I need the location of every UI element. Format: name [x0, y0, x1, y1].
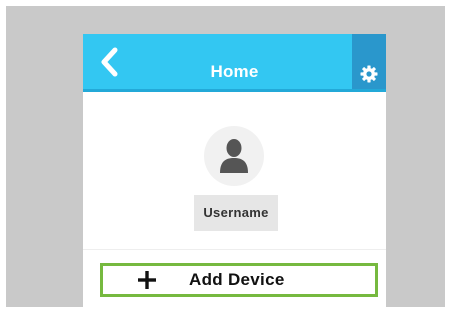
add-device-button[interactable]: Add Device [100, 263, 378, 297]
settings-button[interactable] [352, 34, 386, 89]
page-title: Home [210, 62, 259, 81]
gear-icon [360, 65, 378, 83]
phone-screen: Home Username Add Device [83, 34, 386, 307]
user-icon [220, 139, 248, 173]
section-divider [83, 249, 386, 250]
app-header: Home [83, 34, 386, 92]
plus-icon [138, 271, 156, 289]
username-label: Username [194, 195, 278, 231]
add-device-label: Add Device [189, 270, 285, 289]
avatar[interactable] [204, 126, 264, 186]
